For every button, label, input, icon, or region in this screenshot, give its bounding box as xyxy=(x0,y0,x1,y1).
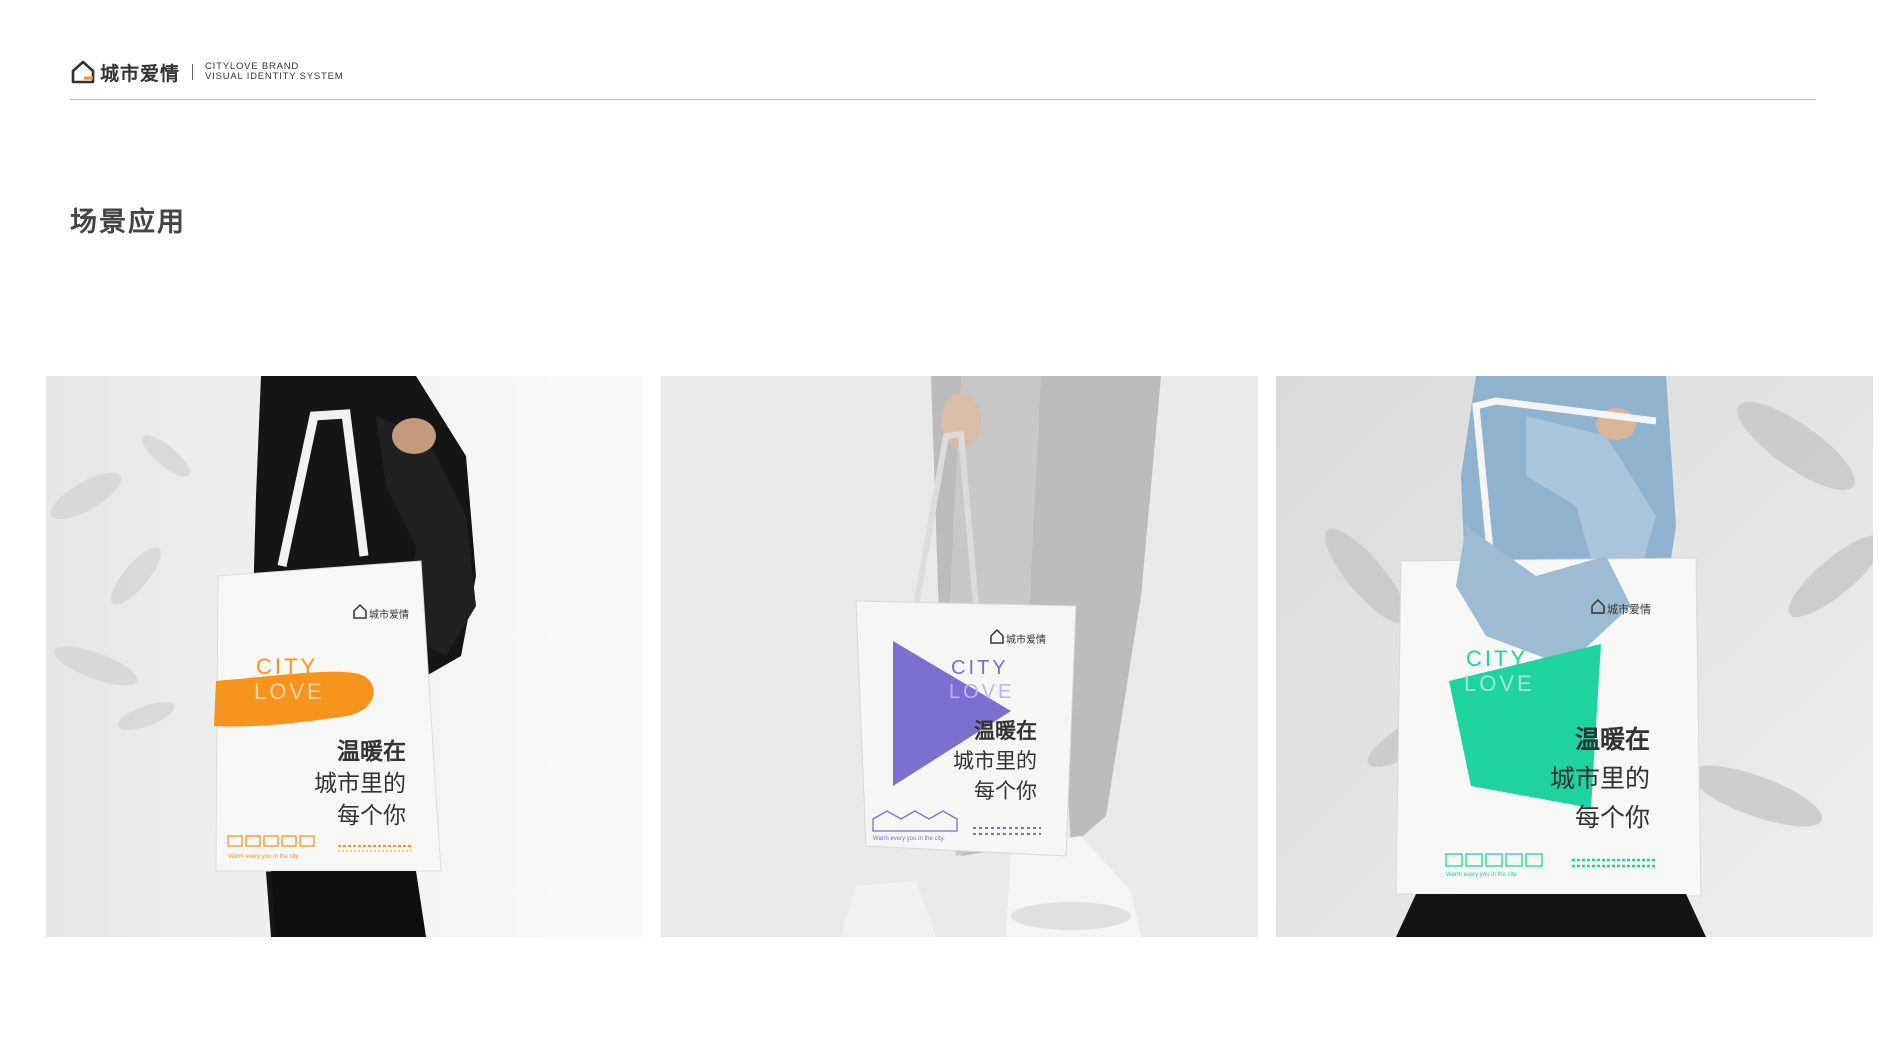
bag-tagline: Warm every you in the city. xyxy=(228,854,300,860)
brand-subtitle: CITYLOVE BRAND VISUAL IDENTITY SYSTEM xyxy=(205,61,344,83)
bag-love-text: LOVE xyxy=(254,679,325,704)
bag-slogan-2: 城市里的 xyxy=(314,771,406,797)
scene-photo-orange-tote: CITY LOVE 城市爱情 温暖在 城市里的 每个你 Warm every y… xyxy=(46,376,643,937)
bag-slogan-3: 每个你 xyxy=(974,779,1037,803)
bag-slogan-2: 城市里的 xyxy=(1550,764,1650,793)
house-logo-icon xyxy=(71,60,95,84)
header-rule xyxy=(70,99,1816,100)
bag-love-text: LOVE xyxy=(949,681,1014,703)
bag-slogan-3: 每个你 xyxy=(337,803,406,829)
brand-line-2: VISUAL IDENTITY SYSTEM xyxy=(205,71,344,82)
bag-slogan-2: 城市里的 xyxy=(953,749,1037,773)
scene-photo-green-tote: CITY LOVE 城市爱情 温暖在 城市里的 每个你 Warm every y… xyxy=(1276,376,1873,937)
bag-tagline: Warm every you in the city. xyxy=(1446,872,1518,878)
bag-logo-text: 城市爱情 xyxy=(1607,602,1651,616)
bag-slogan-3: 每个你 xyxy=(1575,803,1650,832)
bag-slogan-1: 温暖在 xyxy=(337,738,406,765)
logo-text: 城市爱情 xyxy=(100,62,181,85)
section-title: 场景应用 xyxy=(70,207,186,238)
bag-city-text: CITY xyxy=(1466,646,1528,671)
bag-city-text: CITY xyxy=(951,657,1009,679)
brand-header: 城市爱情 CITYLOVE BRAND VISUAL IDENTITY SYST… xyxy=(70,56,344,88)
bag-love-text: LOVE xyxy=(1464,671,1535,696)
bag-slogan-1: 温暖在 xyxy=(974,719,1037,743)
bag-logo-text: 城市爱情 xyxy=(1006,633,1046,646)
bag-tagline: Warm every you in the city. xyxy=(873,836,945,842)
scene-photo-purple-tote: CITY LOVE 城市爱情 温暖在 城市里的 每个你 Warm every y… xyxy=(661,376,1258,937)
bag-slogan-1: 温暖在 xyxy=(1575,725,1650,754)
bag-logo-text: 城市爱情 xyxy=(369,608,409,621)
bag-city-text: CITY xyxy=(256,654,318,679)
header-divider xyxy=(192,64,194,80)
